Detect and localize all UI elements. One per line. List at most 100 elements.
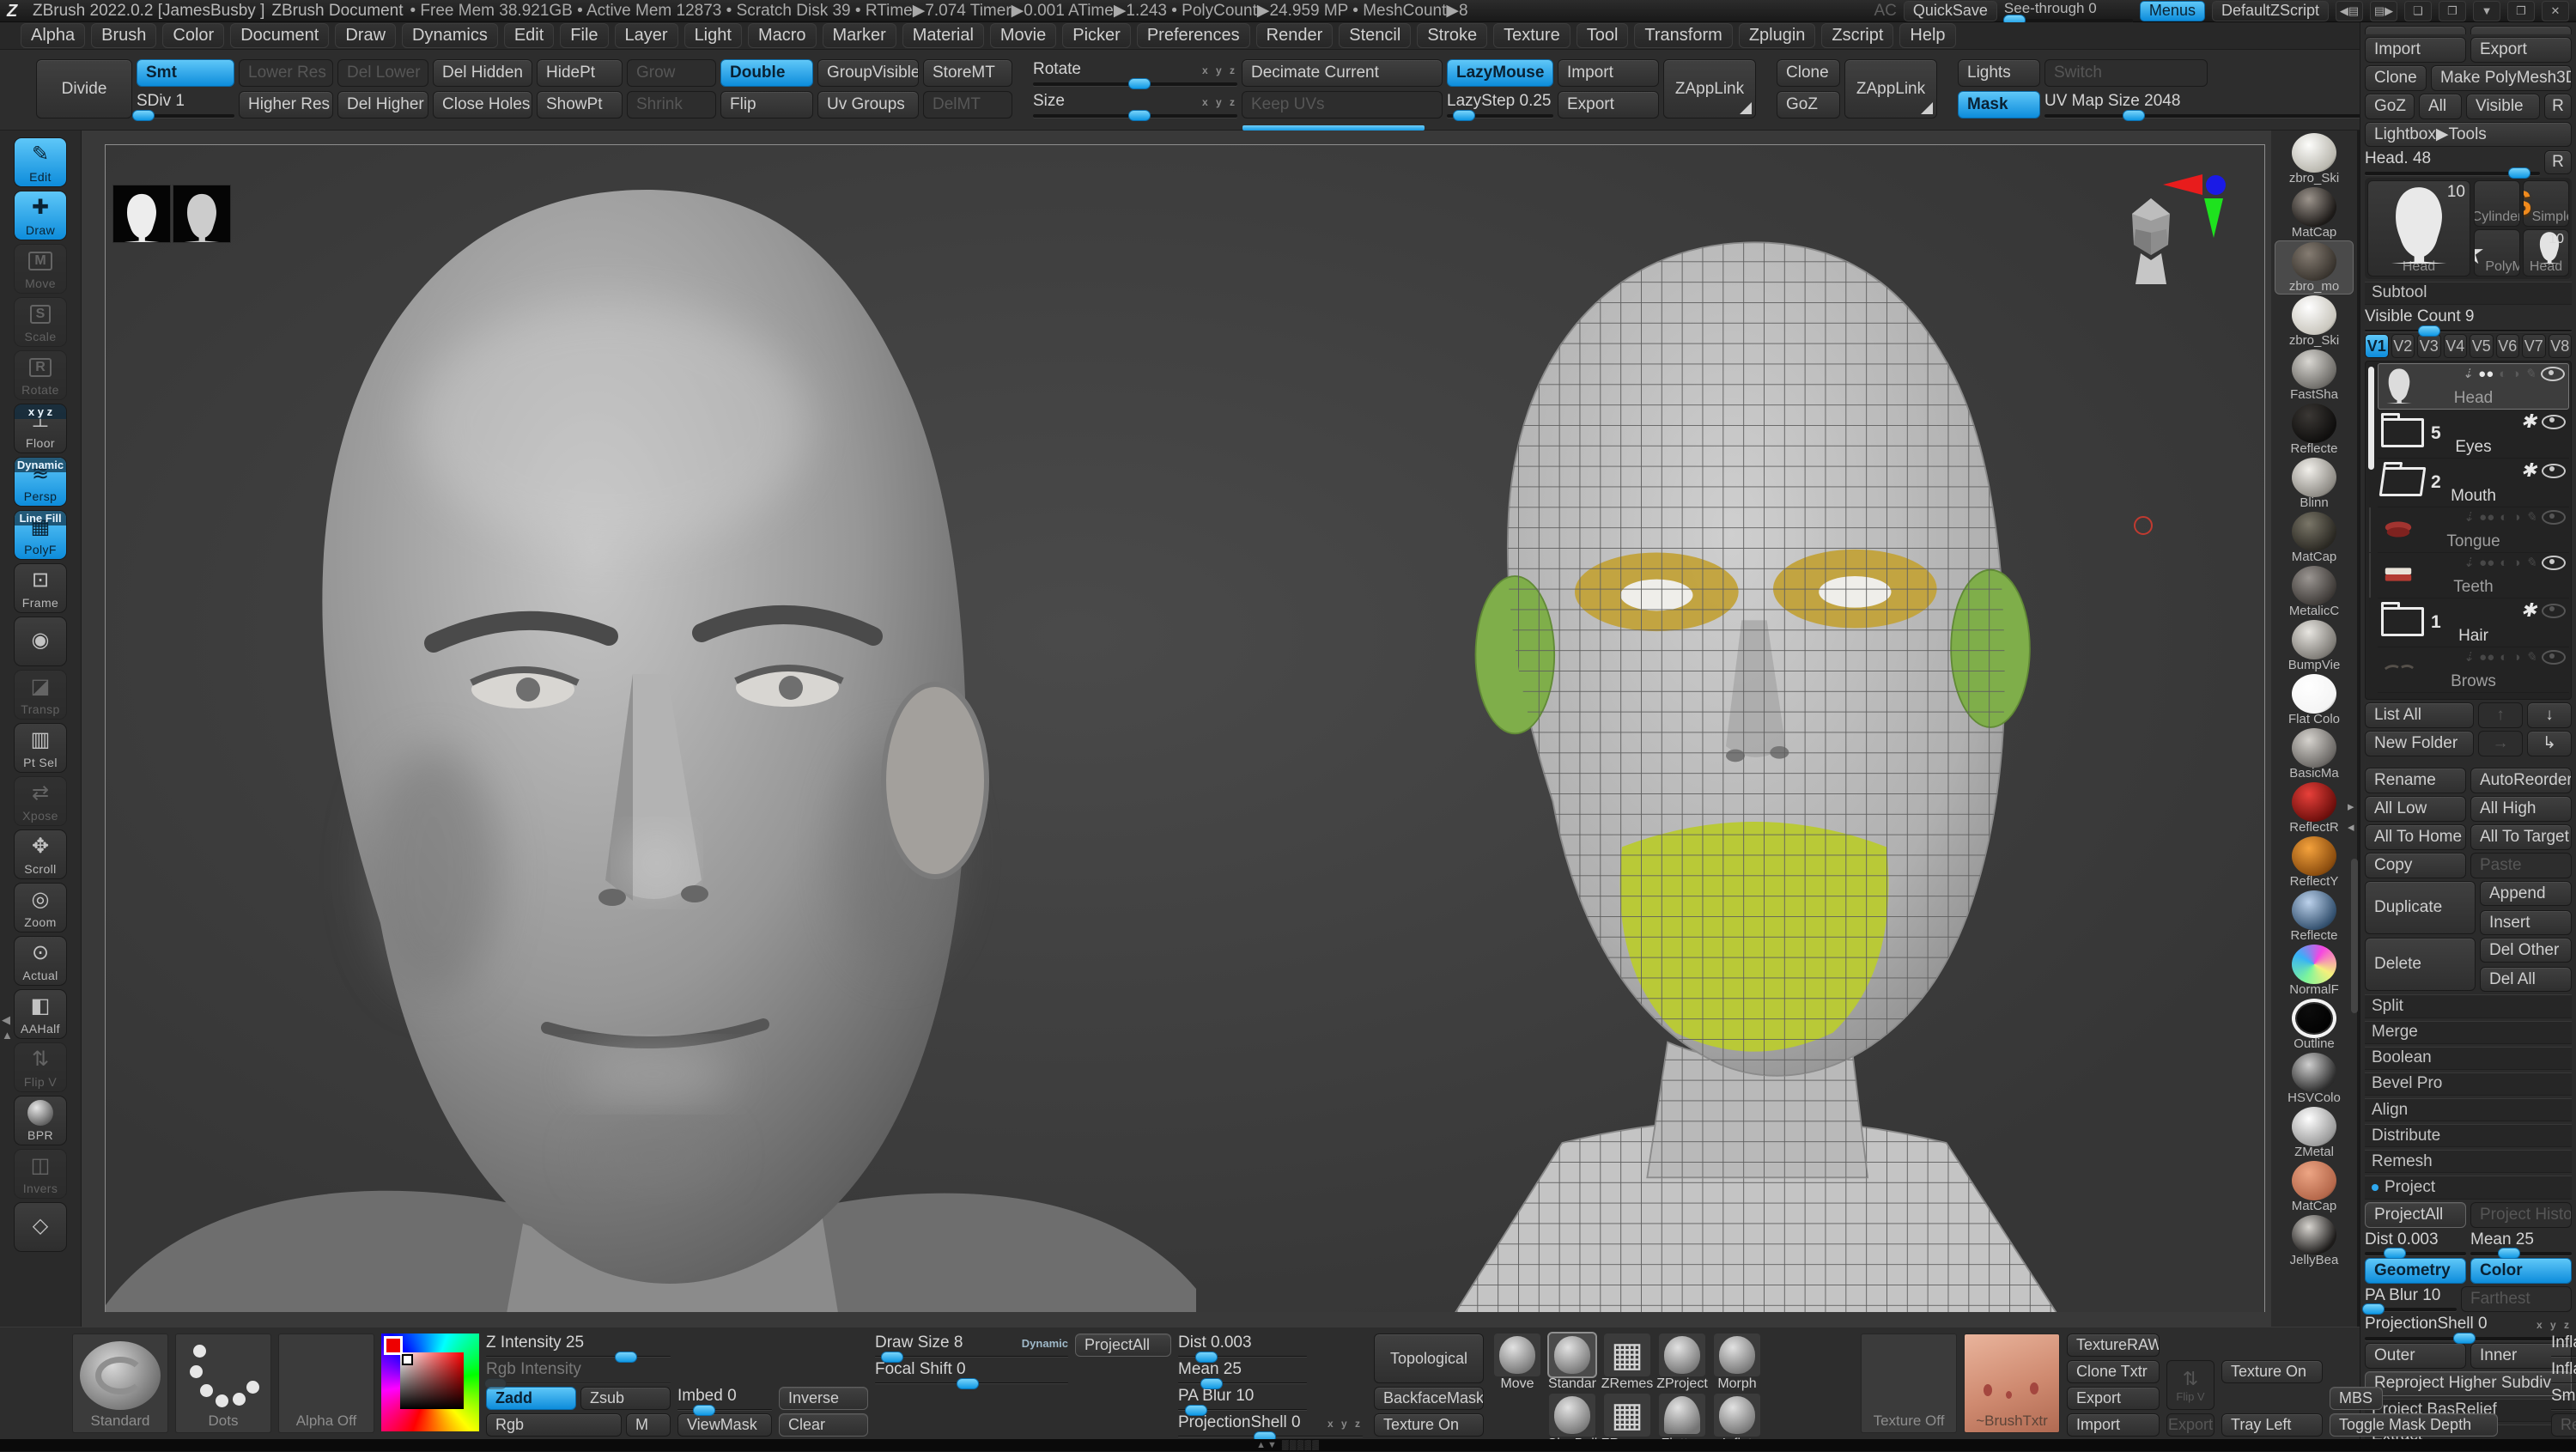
section-bevel-pro[interactable]: Bevel Pro <box>2365 1072 2572 1097</box>
tray-right-toggle-icon[interactable]: ▤▶ <box>2370 0 2397 21</box>
material-item[interactable]: zbro_Ski <box>2275 132 2354 186</box>
menu-item[interactable]: Render <box>1255 23 1334 48</box>
menu-item[interactable]: Tool <box>1576 23 1629 48</box>
dock-window-icon[interactable]: ❐ <box>2439 0 2466 21</box>
hidept-button[interactable]: HidePt <box>537 59 623 87</box>
texture-on2-button[interactable]: Texture On <box>2221 1360 2323 1383</box>
visibility-eye-icon[interactable] <box>2542 556 2566 571</box>
project-color-button[interactable]: Color <box>2470 1257 2572 1284</box>
sdiv-slider[interactable]: SDiv 1 <box>131 91 234 121</box>
current-alpha-thumbnail[interactable]: Alpha Off <box>278 1334 374 1433</box>
subtool-version-tab[interactable]: V4 <box>2443 334 2467 359</box>
current-brush-thumbnail[interactable]: Standard <box>72 1334 168 1433</box>
visibility-eye-icon[interactable] <box>2542 510 2566 526</box>
subtool-folder-mouth[interactable]: 2 ✱ Mouth <box>2378 459 2569 508</box>
tool-import-button[interactable]: Import <box>2365 36 2466 63</box>
current-stroke-thumbnail[interactable]: Dots <box>175 1334 271 1433</box>
flip-button[interactable]: Flip <box>720 91 813 118</box>
menu-item[interactable]: Alpha <box>21 23 86 48</box>
draw-size-slider[interactable]: Draw Size 8 Dynamic <box>875 1334 1068 1363</box>
material-item[interactable]: MatCap <box>2275 511 2354 565</box>
subtool-scrollbar[interactable] <box>2368 367 2374 471</box>
del-other-button[interactable]: Del Other <box>2480 938 2572 963</box>
quick-brush-item[interactable]: ZRemes <box>1601 1334 1654 1392</box>
tool-export-button[interactable]: Export <box>2470 36 2572 63</box>
gear-icon[interactable]: ✱ <box>2521 461 2537 480</box>
section-merge[interactable]: Merge <box>2365 1020 2572 1044</box>
view-thumbnail-1[interactable] <box>112 185 171 243</box>
project-geometry-button[interactable]: Geometry <box>2365 1257 2466 1284</box>
copy-button[interactable]: Copy <box>2365 853 2466 879</box>
rotate-slider[interactable]: Rotate x y z <box>1033 59 1237 89</box>
quick-brush-item[interactable]: Standar <box>1546 1332 1599 1392</box>
toolbar-button[interactable]: x y z ⊥ Floor <box>14 404 67 453</box>
mean-slider[interactable]: Mean 25 <box>1178 1360 1307 1389</box>
dynamic-toggle[interactable]: Dynamic <box>1022 1337 1068 1350</box>
tool-goz-button[interactable]: GoZ <box>2365 93 2415 119</box>
material-item[interactable]: ReflectR <box>2275 781 2354 835</box>
menu-item[interactable]: Stroke <box>1417 23 1488 48</box>
visibility-eye-icon[interactable] <box>2542 650 2566 665</box>
material-item[interactable]: ZMetal <box>2275 1106 2354 1160</box>
material-item[interactable]: BasicMa <box>2275 727 2354 781</box>
tray-left-toggle-icon[interactable]: ◀▤ <box>2336 0 2363 21</box>
sculpting-canvas[interactable] <box>82 131 2271 1327</box>
toolbar-button[interactable]: Dynamic ≋ Persp <box>14 457 67 507</box>
material-item[interactable]: JellyBea <box>2275 1214 2354 1268</box>
material-item[interactable]: Outline <box>2275 998 2354 1052</box>
texture-import-button[interactable]: Import <box>2067 1413 2160 1437</box>
subtool-item-head[interactable]: ⇣ ●● ◐ ◑ ✎ Head <box>2378 363 2569 410</box>
all-low-button[interactable]: All Low <box>2365 796 2466 823</box>
subtool-version-tab[interactable]: V6 <box>2495 334 2519 359</box>
close-holes-button[interactable]: Close Holes <box>433 91 532 118</box>
quick-brush-item[interactable]: Move <box>1491 1334 1544 1392</box>
zadd-button[interactable]: Zadd <box>486 1387 576 1410</box>
material-item[interactable]: zbro_Ski <box>2275 295 2354 349</box>
rgb-button[interactable]: Rgb <box>486 1413 622 1437</box>
clone-button[interactable]: Clone <box>1777 59 1840 87</box>
all-to-target-button[interactable]: All To Target <box>2470 824 2572 851</box>
resize-handle[interactable]: ▲▼ <box>1256 1440 1279 1450</box>
goz-all-button[interactable]: All <box>2419 93 2462 119</box>
tool-r-button[interactable]: R <box>2544 149 2572 174</box>
menu-item[interactable]: Light <box>683 23 742 48</box>
menu-item[interactable]: Layer <box>614 23 678 48</box>
del-hidden-button[interactable]: Del Hidden <box>433 59 532 87</box>
append-button[interactable]: Append <box>2480 881 2572 907</box>
duplicate-button[interactable]: Duplicate <box>2365 881 2476 935</box>
menu-item[interactable]: Zplugin <box>1738 23 1816 48</box>
smooth-slider[interactable]: Smoothx y z <box>2551 1387 2576 1410</box>
menu-item[interactable]: Material <box>902 23 984 48</box>
tool-thumb-polymesh[interactable]: ★ PolyMes <box>2474 229 2520 276</box>
m-button[interactable]: M <box>626 1413 671 1437</box>
projectall-button[interactable]: ProjectAll <box>1075 1334 1171 1357</box>
toolbar-button[interactable]: ◇ <box>14 1202 67 1252</box>
menu-item[interactable]: Transform <box>1634 23 1733 48</box>
menu-item[interactable]: Document <box>230 23 330 48</box>
showpt-button[interactable]: ShowPt <box>537 91 623 118</box>
menu-item[interactable]: Stencil <box>1339 23 1412 48</box>
toolbar-button[interactable]: ◎ Zoom <box>14 883 67 933</box>
clone-txtr-button[interactable]: Clone Txtr <box>2067 1360 2160 1383</box>
material-item[interactable]: ReflectY <box>2275 835 2354 890</box>
lazystep-slider[interactable]: LazyStep 0.25 <box>1447 91 1553 121</box>
axis-y-icon[interactable] <box>2204 198 2223 238</box>
section-align[interactable]: Align <box>2365 1098 2572 1122</box>
visibility-eye-icon[interactable] <box>2541 367 2565 382</box>
mbs-button[interactable]: MBS <box>2330 1387 2383 1410</box>
toolbar-button[interactable]: ✥ Scroll <box>14 829 67 879</box>
visibility-eye-icon[interactable] <box>2542 603 2566 618</box>
toolbar-button[interactable]: ⊙ Actual <box>14 936 67 986</box>
visible-count-slider[interactable]: Visible Count 9 <box>2365 307 2572 337</box>
material-scrollbar[interactable] <box>2351 859 2358 1013</box>
menu-item[interactable]: Dynamics <box>402 23 498 48</box>
material-item[interactable]: Reflecte <box>2275 403 2354 457</box>
material-item[interactable]: Reflecte <box>2275 890 2354 944</box>
axis-x-icon[interactable] <box>2163 174 2202 195</box>
subtool-section-header[interactable]: Subtool <box>2365 281 2572 306</box>
toolbar-button[interactable]: ⊡ Frame <box>14 563 67 613</box>
subtool-version-tab[interactable]: V7 <box>2522 334 2546 359</box>
toolbar-button[interactable]: ◧ AAHalf <box>14 989 67 1039</box>
toolbar-button[interactable]: ● BPR <box>14 1096 67 1145</box>
gear-icon[interactable]: ✱ <box>2521 601 2537 620</box>
